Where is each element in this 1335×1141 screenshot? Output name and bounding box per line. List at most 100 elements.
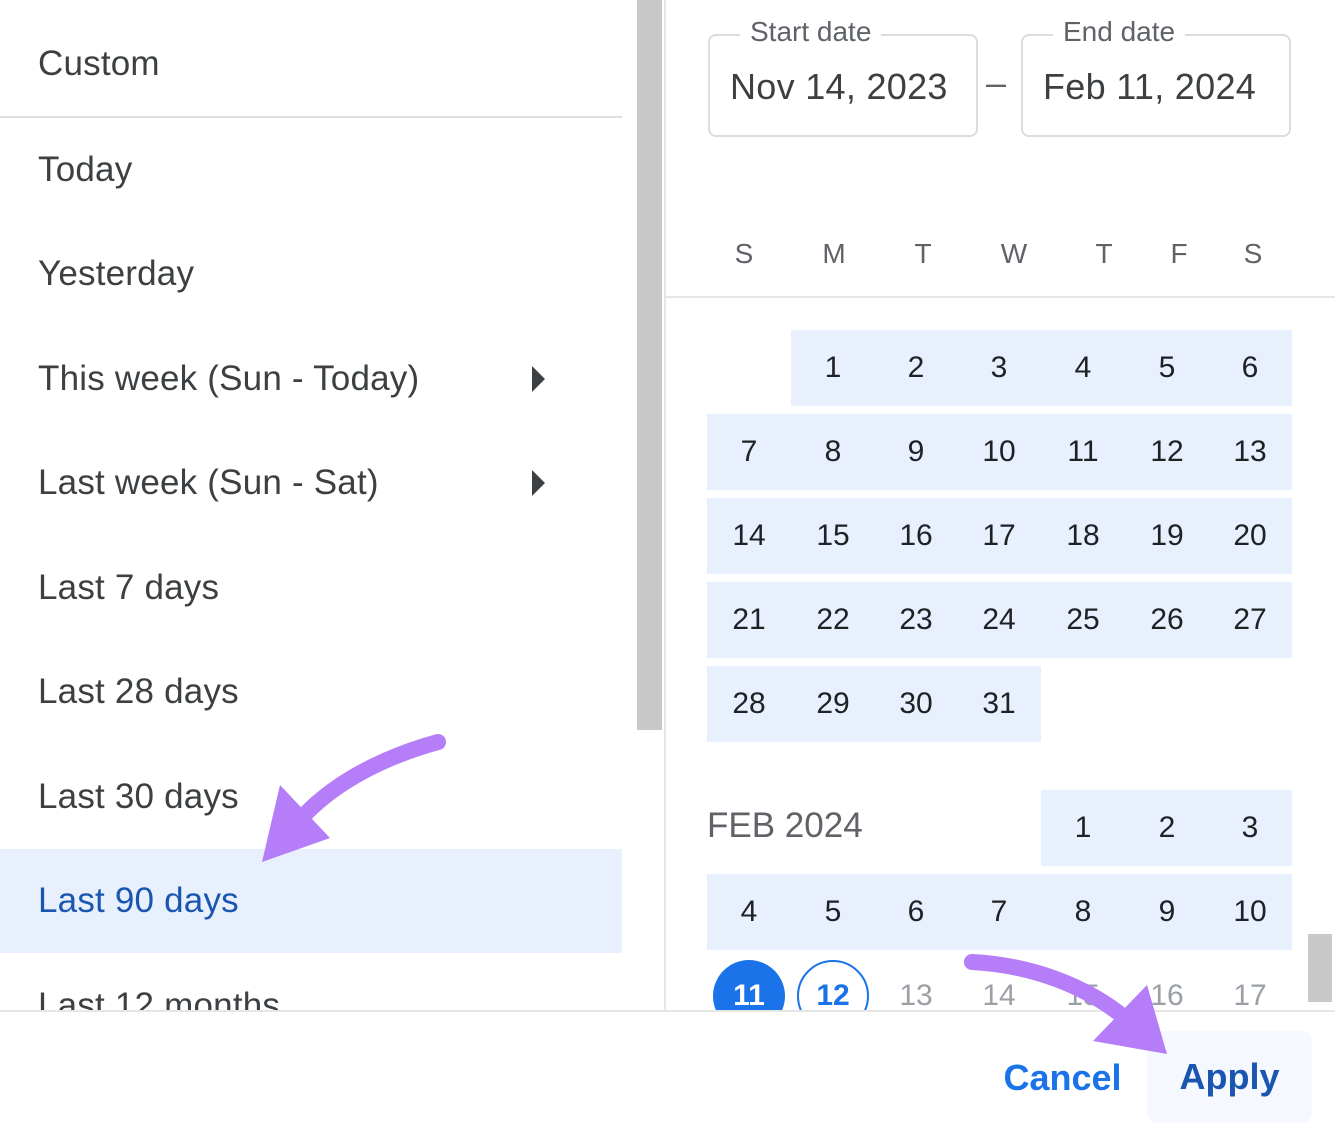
calendar-day[interactable]: 7 [707,414,791,490]
preset-item-label: Last 12 months [38,986,281,1010]
weekday-label: F [1170,238,1188,269]
calendar-day[interactable]: 4 [707,874,791,950]
preset-item[interactable]: Custom [0,12,622,116]
weekday-label: W [1000,238,1028,269]
calendar-day-number: 9 [907,435,925,468]
calendar-day[interactable]: 24 [957,582,1041,658]
calendar-day[interactable]: 26 [1125,582,1209,658]
calendar-day[interactable]: 8 [791,414,875,490]
preset-item[interactable]: Last 28 days [0,640,622,744]
calendar-day-number: 2 [1158,811,1176,844]
calendar-day[interactable]: 6 [874,874,958,950]
calendar-day-number: 9 [1158,895,1176,928]
calendar-day[interactable]: 5 [791,874,875,950]
calendar-day[interactable]: 9 [1125,874,1209,950]
calendar-day[interactable]: 30 [874,666,958,742]
calendar-day[interactable]: 14 [957,958,1041,1010]
submenu-arrow-icon [532,470,545,496]
end-date-value[interactable]: Feb 11, 2024 [1043,66,1256,108]
calendar-day[interactable]: 4 [1041,330,1125,406]
calendar-day-number: 8 [1074,895,1092,928]
calendar-day-number: 16 [899,519,933,552]
calendar-day-number: 6 [1241,351,1259,384]
calendar-day[interactable]: 10 [1208,874,1292,950]
preset-item[interactable]: Last week (Sun - Sat) [0,431,622,535]
calendar-day-number: 11 [713,960,785,1010]
calendar-day-selected-end[interactable]: 11 [707,958,791,1010]
calendar-day[interactable]: 8 [1041,874,1125,950]
calendar-day[interactable]: 28 [707,666,791,742]
start-date-value[interactable]: Nov 14, 2023 [730,66,948,108]
calendar-day[interactable]: 3 [957,330,1041,406]
calendar-day[interactable]: 23 [874,582,958,658]
calendar-day[interactable]: 20 [1208,498,1292,574]
calendar-day-number: 28 [732,687,766,720]
calendar-day[interactable]: 18 [1041,498,1125,574]
calendar-day[interactable]: 15 [1041,958,1125,1010]
calendar-scrollbar-thumb[interactable] [1308,934,1332,1002]
calendar-day[interactable]: 15 [791,498,875,574]
weekday-label: T [914,238,932,269]
calendar-day-number: 18 [1066,519,1100,552]
calendar-day[interactable]: 29 [791,666,875,742]
preset-divider [0,116,622,118]
preset-scrollbar-thumb[interactable] [637,0,662,730]
calendar-day-number: 31 [982,687,1016,720]
calendar-day[interactable]: 12 [1125,414,1209,490]
preset-item[interactable]: Last 90 days [0,849,622,953]
calendar-day[interactable]: 7 [957,874,1041,950]
calendar-day[interactable]: 17 [1208,958,1292,1010]
calendar-day[interactable]: 1 [791,330,875,406]
calendar-day[interactable]: 5 [1125,330,1209,406]
preset-item[interactable]: Last 12 months [0,954,622,1010]
calendar-day-number: 14 [732,519,766,552]
preset-item-label: Last 90 days [38,881,239,920]
calendar-day-number: 14 [982,979,1016,1010]
apply-button[interactable]: Apply [1147,1031,1312,1123]
preset-item[interactable]: Today [0,118,622,222]
start-date-label: Start date [740,16,882,48]
calendar-day-number: 21 [732,603,766,636]
calendar-day-number: 3 [990,351,1008,384]
preset-item-label: This week (Sun - Today) [38,359,420,398]
calendar-day[interactable]: 25 [1041,582,1125,658]
calendar-day-number: 13 [899,979,933,1010]
calendar-day[interactable]: 1 [1041,790,1125,866]
calendar-day-number: 25 [1066,603,1100,636]
calendar-day-number: 7 [740,435,758,468]
preset-item[interactable]: Last 30 days [0,745,622,849]
preset-item[interactable]: This week (Sun - Today) [0,327,622,431]
calendar-day[interactable]: 19 [1125,498,1209,574]
calendar-day[interactable]: 27 [1208,582,1292,658]
calendar-day-today[interactable]: 12 [791,958,875,1010]
calendar-day[interactable]: 10 [957,414,1041,490]
calendar-day[interactable]: 6 [1208,330,1292,406]
calendar-day[interactable]: 22 [791,582,875,658]
preset-item[interactable]: Yesterday [0,222,622,326]
calendar-day[interactable]: 21 [707,582,791,658]
end-date-field[interactable]: End date Feb 11, 2024 [1021,16,1291,137]
month-label: FEB 2024 [707,806,863,845]
start-date-field[interactable]: Start date Nov 14, 2023 [708,16,978,137]
calendar-day[interactable]: 9 [874,414,958,490]
calendar-day[interactable]: 3 [1208,790,1292,866]
calendar-day-number: 24 [982,603,1016,636]
calendar-day[interactable]: 31 [957,666,1041,742]
calendar-day[interactable]: 16 [874,498,958,574]
cancel-button[interactable]: Cancel [990,1040,1135,1116]
calendar-day[interactable]: 14 [707,498,791,574]
calendar-day[interactable]: 2 [874,330,958,406]
calendar-day[interactable]: 13 [1208,414,1292,490]
calendar-day[interactable]: 2 [1125,790,1209,866]
preset-item-label: Custom [38,44,160,83]
calendar-day-number: 2 [907,351,925,384]
preset-item[interactable]: Last 7 days [0,536,622,640]
calendar-day[interactable]: 16 [1125,958,1209,1010]
preset-item-label: Last 7 days [38,568,220,607]
calendar-day-number: 5 [1158,351,1176,384]
calendar-day[interactable]: 13 [874,958,958,1010]
calendar-day[interactable]: 17 [957,498,1041,574]
calendar-day[interactable]: 11 [1041,414,1125,490]
weekday-label: S [734,238,754,269]
calendar-day-number: 6 [907,895,925,928]
